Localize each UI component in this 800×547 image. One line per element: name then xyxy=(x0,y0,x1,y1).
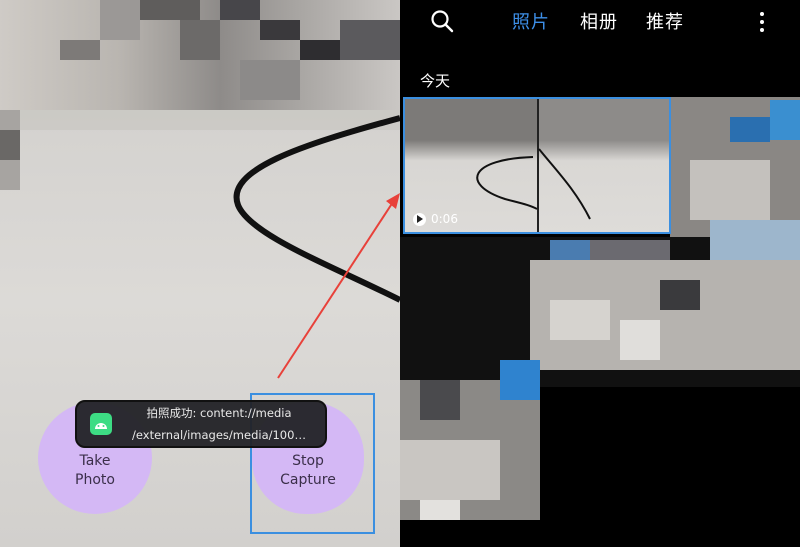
video-thumbnail[interactable]: 0:06 xyxy=(403,97,671,234)
tab-photos[interactable]: 照片 xyxy=(512,8,550,34)
play-icon xyxy=(413,212,426,226)
video-duration: 0:06 xyxy=(413,212,458,226)
tab-recommend[interactable]: 推荐 xyxy=(646,8,684,34)
more-options-icon[interactable] xyxy=(754,10,770,34)
tab-albums[interactable]: 相册 xyxy=(580,8,618,34)
search-icon[interactable] xyxy=(430,9,454,33)
gallery-header: 照片 相册 推荐 xyxy=(400,0,800,42)
gallery-screen: 照片 相册 推荐 今天 0:06 xyxy=(400,0,800,547)
android-app-icon xyxy=(90,413,112,435)
toast-message: 拍照成功: content://media /external/images/m… xyxy=(132,406,306,442)
toast-notification: 拍照成功: content://media /external/images/m… xyxy=(75,400,327,448)
section-title-today: 今天 xyxy=(420,72,451,90)
camera-preview: Take Photo Stop Capture 拍照成功: content://… xyxy=(0,0,400,547)
